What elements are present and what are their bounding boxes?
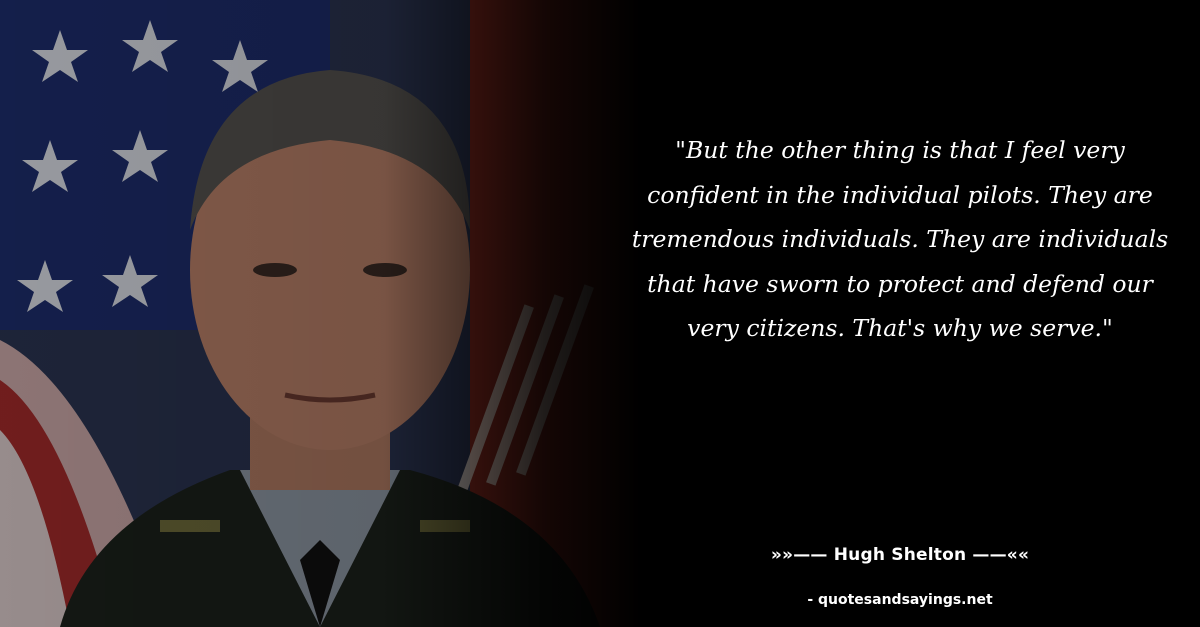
quote-author: »»—— Hugh Shelton ——«« [770, 545, 1030, 565]
quote-text: "But the other thing is that I feel very… [631, 136, 1169, 342]
portrait-dark-overlay [0, 0, 640, 627]
source-credit: - quotesandsayings.net [807, 592, 993, 608]
quote-card: "But the other thing is that I feel very… [0, 0, 1200, 627]
